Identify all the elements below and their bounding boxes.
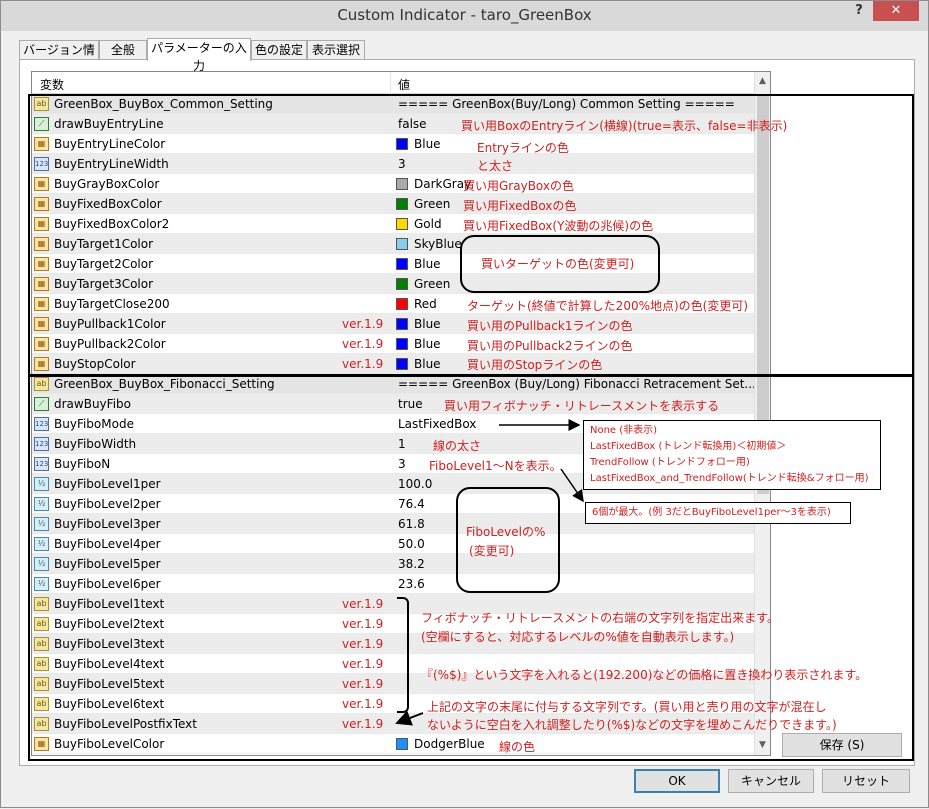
n-arrow xyxy=(560,468,584,503)
save-button[interactable]: 保存 (S) xyxy=(782,733,902,757)
ok-button[interactable]: OK xyxy=(634,769,720,793)
cancel-button[interactable]: キャンセル xyxy=(728,769,814,793)
annotation-arrows xyxy=(395,419,584,726)
dialog-window: Custom Indicator - taro_GreenBox ? ✕ バージ… xyxy=(0,0,929,808)
tab-input-parameters[interactable]: パラメーターの入力 xyxy=(147,38,251,73)
postfix-arrow xyxy=(395,710,424,726)
reset-button[interactable]: リセット xyxy=(822,769,910,793)
